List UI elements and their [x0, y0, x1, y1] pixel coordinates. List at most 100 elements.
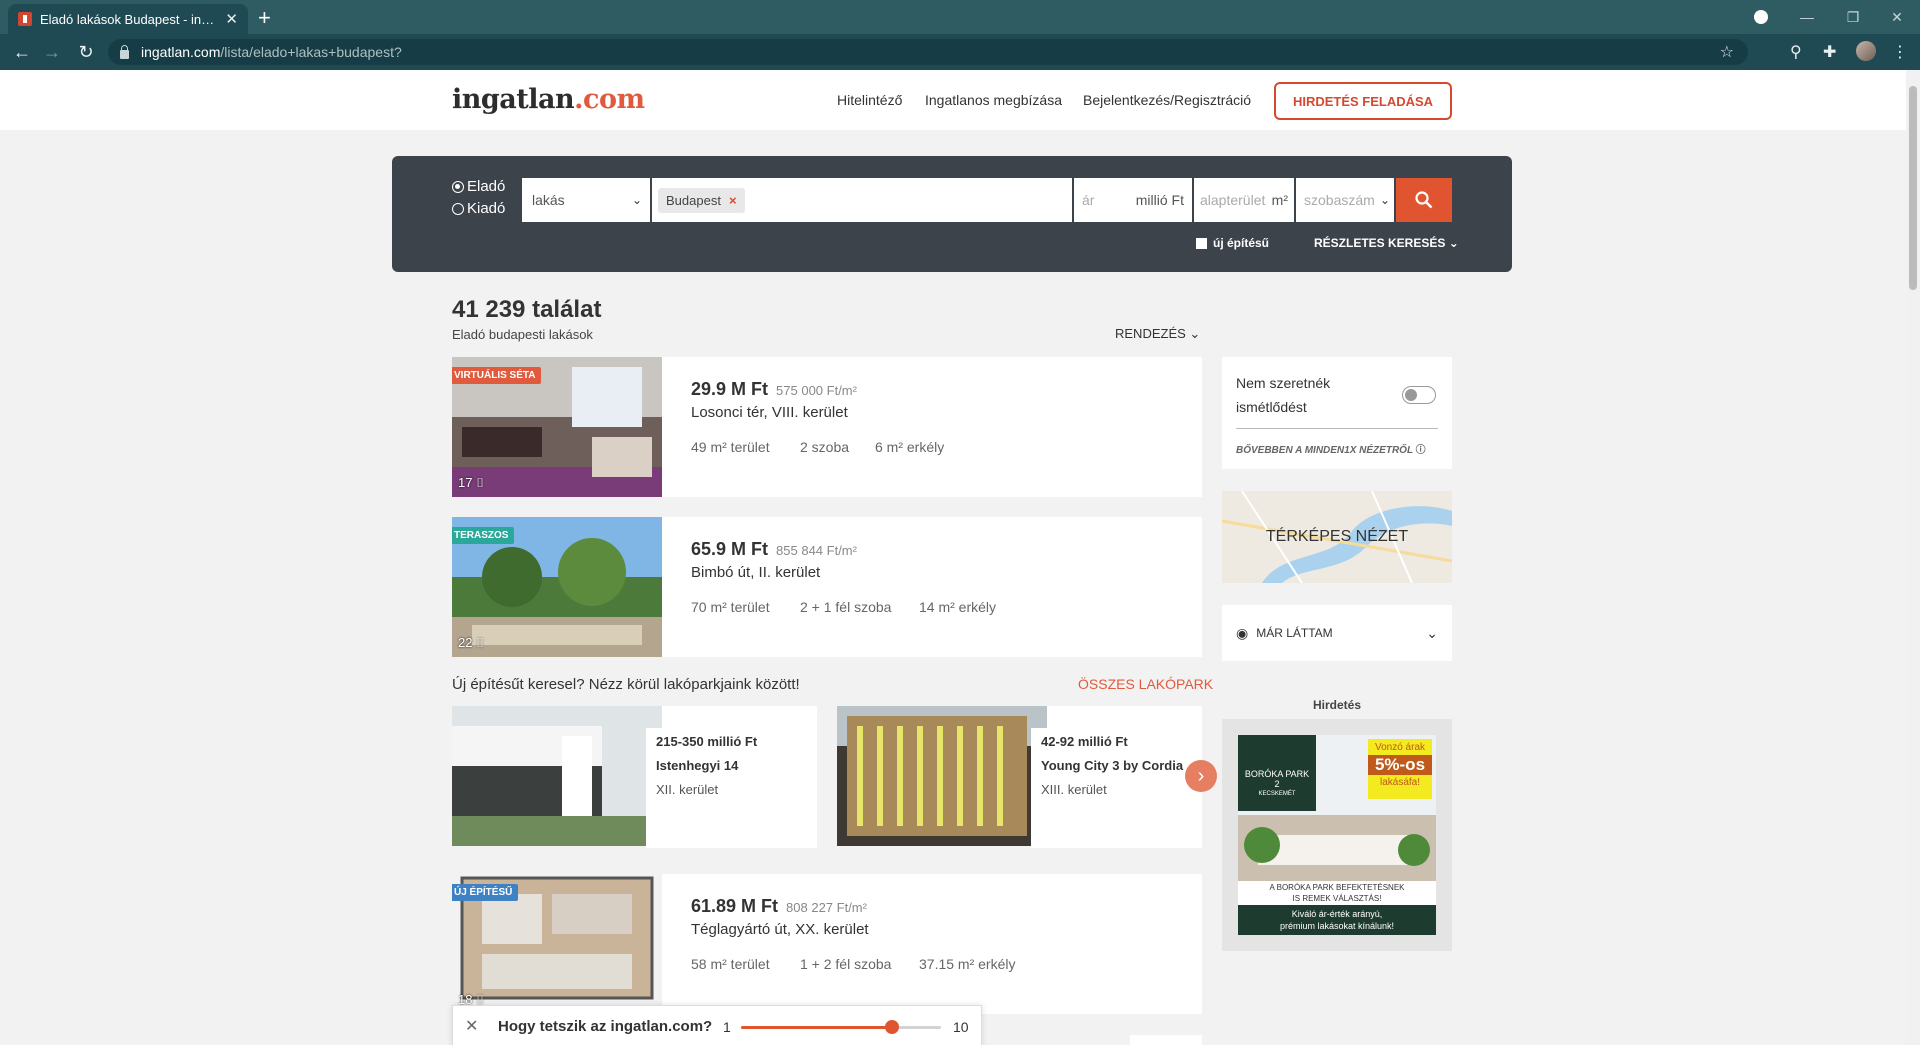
lakopark-photo — [452, 706, 662, 846]
new-tab-icon[interactable]: + — [258, 5, 271, 31]
eye-icon: ◉ — [1236, 624, 1249, 641]
url-host: ingatlan.com — [141, 44, 221, 60]
lakopark-price: 42-92 millió Ft — [1041, 734, 1128, 749]
ad-brand-box: BORÓKA PARK 2 KECSKEMÉT — [1238, 735, 1316, 811]
toggle-knob-icon — [1405, 389, 1417, 401]
browser-tabbar: Eladó lakások Budapest - ingatlan.com ✕ … — [0, 0, 1920, 34]
browser-tab[interactable]: Eladó lakások Budapest - ingatlan.com ✕ — [8, 4, 248, 34]
lakopark-title: Új építésűt keresel? Nézz körül lakópark… — [452, 676, 800, 693]
listing-card-peek — [1130, 1035, 1202, 1045]
already-seen-dropdown[interactable]: ◉ MÁR LÁTTAM ⌄ — [1222, 605, 1452, 661]
close-tab-icon[interactable]: ✕ — [225, 10, 238, 28]
remove-chip-icon[interactable]: × — [729, 193, 737, 208]
rating-max: 10 — [953, 1019, 969, 1035]
nav-login[interactable]: Bejelentkezés/Regisztráció — [1083, 92, 1251, 108]
lakopark-card[interactable]: 42-92 millió Ft Young City 3 by Cordia X… — [837, 706, 1202, 848]
listing-card[interactable]: VIRTUÁLIS SÉTA 17 ⌷ 29.9 M Ft 575 000 Ft/… — [452, 357, 1202, 497]
close-window-icon[interactable]: ✕ — [1874, 0, 1920, 34]
url-path: /lista/elado+lakas+budapest? — [220, 44, 402, 60]
advertisement[interactable]: BORÓKA PARK 2 KECSKEMÉT Vonzó árak 5%-os lak… — [1222, 719, 1452, 951]
browser-menu-icon[interactable]: ⋮ — [1892, 42, 1908, 62]
listing-badge: VIRTUÁLIS SÉTA — [452, 367, 542, 384]
listing-photo[interactable]: TERASZOS 22 ⌷ — [452, 517, 662, 657]
radio-unchecked-icon — [452, 202, 464, 215]
rating-slider[interactable] — [741, 1020, 941, 1034]
property-type-select[interactable]: lakás ⌄ — [522, 178, 650, 222]
location-input[interactable]: Budapest × — [652, 178, 1072, 222]
more-info-link[interactable]: BŐVEBBEN A MINDEN1X NÉZETRŐL ⓘ — [1236, 441, 1426, 456]
no-repeat-panel: Nem szeretnék ismétlődést BŐVEBBEN A MIND… — [1222, 357, 1452, 469]
listing-area: 70 m² terület — [691, 599, 770, 615]
radio-rent[interactable]: Kiadó — [452, 200, 505, 217]
listing-balcony: 6 m² erkély — [875, 439, 945, 455]
listing-address: Losonci tér, VIII. kerület — [691, 404, 848, 421]
forward-icon[interactable]: → — [40, 42, 64, 63]
chevron-down-icon: ⌄ — [1448, 236, 1459, 250]
radio-sale[interactable]: Eladó — [452, 178, 505, 195]
price-input[interactable]: ár millió Ft — [1074, 178, 1192, 222]
rating-slider-handle[interactable] — [885, 1020, 900, 1034]
map-view-button[interactable]: TÉRKÉPES NÉZET — [1222, 491, 1452, 583]
listing-photo[interactable]: ÚJ ÉPÍTÉSŰ 18 ⌷ — [452, 874, 662, 1014]
listing-rooms: 2 szoba — [800, 439, 850, 455]
no-repeat-toggle[interactable] — [1402, 386, 1436, 404]
site-logo[interactable]: ingatlan.com — [452, 84, 645, 115]
lakopark-price: 215-350 millió Ft — [656, 734, 758, 749]
listing-card[interactable]: ÚJ ÉPÍTÉSŰ 18 ⌷ 61.89 M Ft 808 227 Ft/m² … — [452, 874, 1202, 1014]
listing-address: Téglagyártó út, XX. kerület — [691, 921, 869, 938]
page: ingatlan.com Hitelintéző Ingatlanos megb… — [0, 70, 1906, 1045]
advanced-search-link[interactable]: RÉSZLETES KERESÉS ⌄ — [1314, 236, 1459, 250]
rooms-select[interactable]: szobaszám ⌄ — [1296, 178, 1394, 222]
listing-photo[interactable]: VIRTUÁLIS SÉTA 17 ⌷ — [452, 357, 662, 497]
nav-ingatlanos-megbizasa[interactable]: Ingatlanos megbízása — [925, 92, 1062, 108]
scrollbar-thumb[interactable] — [1909, 86, 1917, 290]
extensions-puzzle-icon[interactable]: ✚ — [1823, 42, 1836, 62]
ad-promo-box: Vonzó árak 5%-os lakásáfa! — [1368, 739, 1432, 799]
profile-menu-icon[interactable] — [1738, 0, 1784, 34]
extension-icon[interactable]: ⚲ — [1790, 42, 1802, 62]
photo-count: 22 ⌷ — [458, 635, 484, 650]
new-build-checkbox[interactable]: új építésű — [1196, 236, 1269, 250]
all-lakopark-link[interactable]: ÖSSZES LAKÓPARK — [1078, 676, 1213, 692]
listing-area: 49 m² terület — [691, 439, 770, 455]
lakopark-card[interactable]: 215-350 millió Ft Istenhegyi 14 XII. ker… — [452, 706, 817, 848]
info-icon: ⓘ — [1415, 445, 1426, 456]
listing-rooms: 2 + 1 fél szoba — [800, 599, 892, 615]
listing-badge: TERASZOS — [452, 527, 515, 544]
nav-hitelintezo[interactable]: Hitelintéző — [837, 92, 902, 108]
camera-icon: ⌷ — [476, 475, 484, 490]
result-count: 41 239 találat — [452, 296, 602, 323]
listing-area: 58 m² terület — [691, 956, 770, 972]
bookmark-star-icon[interactable]: ☆ — [1720, 42, 1734, 62]
restore-icon[interactable]: ❐ — [1830, 0, 1876, 34]
search-icon — [1415, 191, 1433, 209]
listing-rooms: 1 + 2 fél szoba — [800, 956, 892, 972]
rating-question: Hogy tetszik az ingatlan.com? — [498, 1018, 713, 1035]
already-seen-label: MÁR LÁTTAM — [1256, 626, 1333, 640]
close-icon[interactable]: ✕ — [465, 1016, 478, 1036]
divider — [1236, 428, 1438, 429]
price-per-sqm: 808 227 Ft/m² — [786, 900, 867, 915]
location-chip: Budapest × — [658, 187, 745, 213]
no-repeat-label: Nem szeretnék ismétlődést — [1236, 375, 1331, 415]
back-icon[interactable]: ← — [10, 42, 34, 63]
listing-balcony: 14 m² erkély — [919, 599, 997, 615]
tab-title: Eladó lakások Budapest - ingatlan.com — [40, 11, 217, 27]
sort-dropdown[interactable]: RENDEZÉS ⌄ — [1115, 326, 1200, 342]
site-header: ingatlan.com Hitelintéző Ingatlanos megb… — [0, 70, 1906, 130]
ad-line-box: A BORÓKA PARK BEFEKTETÉSNEK IS REMEK VÁLA… — [1238, 881, 1436, 905]
address-bar[interactable]: ingatlan.com/lista/elado+lakas+budapest?… — [108, 39, 1748, 65]
carousel-next-icon[interactable]: › — [1185, 760, 1217, 792]
listing-badge: ÚJ ÉPÍTÉSŰ — [452, 884, 519, 901]
area-input[interactable]: alapterület m² — [1194, 178, 1294, 222]
lakopark-district: XIII. kerület — [1041, 782, 1107, 797]
post-ad-button[interactable]: HIRDETÉS FELADÁSA — [1274, 82, 1452, 120]
map-view-label: TÉRKÉPES NÉZET — [1222, 491, 1452, 583]
avatar[interactable] — [1856, 41, 1876, 61]
site-favicon-icon — [18, 12, 32, 26]
search-button[interactable] — [1396, 178, 1452, 222]
lakopark-name: Istenhegyi 14 — [656, 758, 739, 773]
reload-icon[interactable]: ↻ — [74, 42, 98, 63]
minimize-icon[interactable]: — — [1784, 0, 1830, 34]
listing-card[interactable]: TERASZOS 22 ⌷ 65.9 M Ft 855 844 Ft/m² Bim… — [452, 517, 1202, 657]
